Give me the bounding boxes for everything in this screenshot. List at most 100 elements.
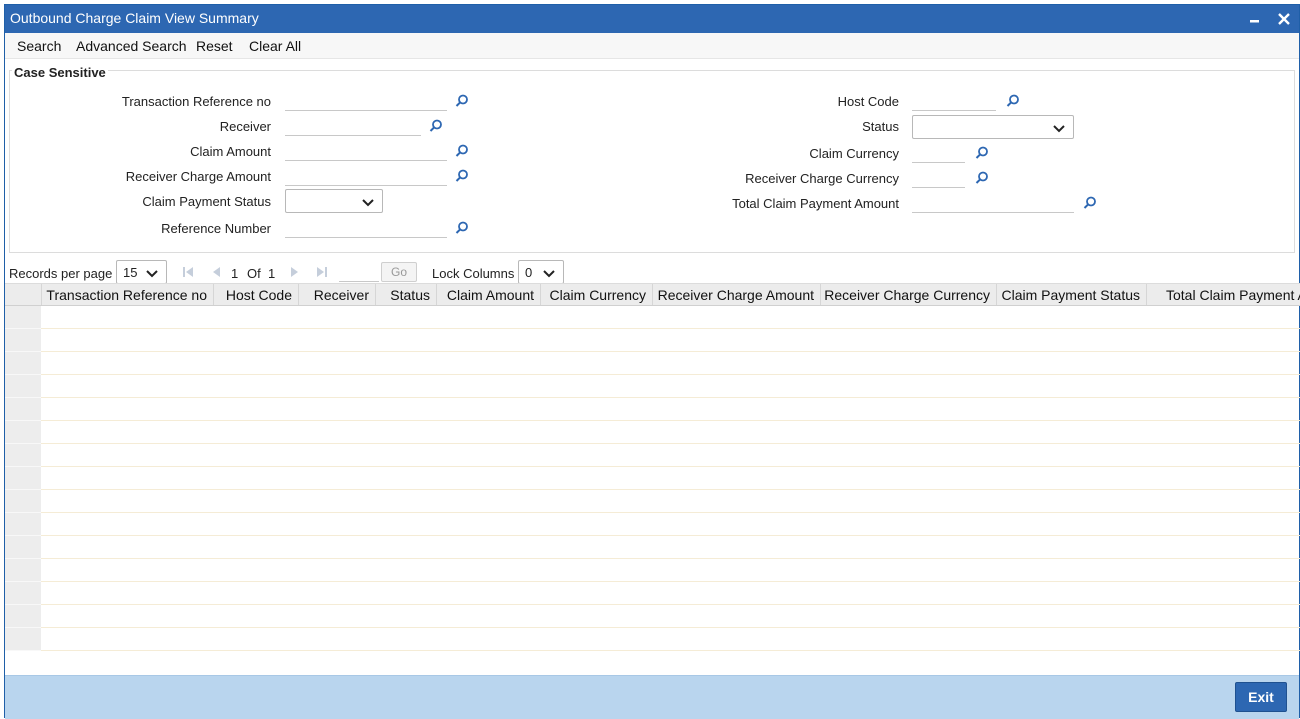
row-selector[interactable] — [5, 628, 41, 651]
first-page-icon[interactable] — [182, 266, 194, 278]
records-per-page-value: 15 — [123, 265, 138, 280]
transaction-reference-input[interactable] — [285, 89, 447, 111]
table-row[interactable] — [41, 444, 1300, 467]
table-row[interactable] — [41, 398, 1300, 421]
claim-payment-status-label: Claim Payment Status — [142, 194, 271, 209]
table-row[interactable] — [41, 490, 1300, 513]
claim-amount-label: Claim Amount — [190, 144, 271, 159]
go-button[interactable]: Go — [381, 262, 417, 282]
reference-number-search-icon[interactable] — [455, 221, 469, 235]
receiver-charge-currency-search-icon[interactable] — [975, 171, 989, 185]
pagination-bar: Records per page 15 1 Of 1 Go Lock Colum… — [5, 257, 1299, 285]
previous-page-icon[interactable] — [210, 266, 222, 278]
chevron-down-icon — [146, 267, 158, 282]
title-bar: Outbound Charge Claim View Summary — [5, 5, 1299, 33]
claim-amount-input[interactable] — [285, 139, 447, 161]
row-selector[interactable] — [5, 467, 41, 490]
of-label: Of — [247, 266, 261, 281]
next-page-icon[interactable] — [289, 266, 301, 278]
status-select[interactable] — [912, 115, 1074, 139]
row-selector[interactable] — [5, 352, 41, 375]
row-selector[interactable] — [5, 513, 41, 536]
receiver-charge-currency-label: Receiver Charge Currency — [745, 171, 899, 186]
total-claim-payment-amount-search-icon[interactable] — [1083, 196, 1097, 210]
column-receiver-charge-currency[interactable]: Receiver Charge Currency — [820, 284, 996, 305]
total-claim-payment-amount-input[interactable] — [912, 191, 1074, 213]
claim-amount-search-icon[interactable] — [455, 144, 469, 158]
table-row[interactable] — [41, 582, 1300, 605]
row-selector[interactable] — [5, 398, 41, 421]
row-selector[interactable] — [5, 421, 41, 444]
search-button[interactable]: Search — [17, 38, 61, 54]
window-title: Outbound Charge Claim View Summary — [10, 10, 259, 26]
reference-number-input[interactable] — [285, 216, 447, 238]
host-code-input[interactable] — [912, 89, 996, 111]
close-icon[interactable] — [1275, 9, 1295, 29]
row-selector[interactable] — [5, 605, 41, 628]
receiver-charge-amount-search-icon[interactable] — [455, 169, 469, 183]
status-label: Status — [862, 119, 899, 134]
table-row[interactable] — [41, 306, 1300, 329]
footer-bar: Exit — [5, 675, 1299, 719]
row-selector[interactable] — [5, 306, 41, 329]
receiver-search-icon[interactable] — [429, 119, 443, 133]
transaction-reference-search-icon[interactable] — [455, 94, 469, 108]
exit-button[interactable]: Exit — [1235, 682, 1287, 712]
receiver-label: Receiver — [219, 119, 271, 134]
column-receiver-charge-amount[interactable]: Receiver Charge Amount — [652, 284, 820, 305]
transaction-reference-label: Transaction Reference no — [121, 94, 271, 109]
host-code-label: Host Code — [837, 94, 899, 109]
minimize-icon[interactable] — [1245, 9, 1265, 29]
row-selector[interactable] — [5, 582, 41, 605]
host-code-search-icon[interactable] — [1006, 94, 1020, 108]
table-row[interactable] — [41, 352, 1300, 375]
receiver-charge-currency-input[interactable] — [912, 166, 965, 188]
receiver-charge-amount-label: Receiver Charge Amount — [125, 169, 271, 184]
row-selector[interactable] — [5, 490, 41, 513]
table-row[interactable] — [41, 605, 1300, 628]
last-page-icon[interactable] — [316, 266, 328, 278]
table-row[interactable] — [41, 628, 1300, 651]
app-window: Outbound Charge Claim View Summary Searc… — [4, 4, 1300, 719]
records-per-page-select[interactable]: 15 — [116, 260, 167, 284]
column-host-code[interactable]: Host Code — [213, 284, 298, 305]
records-per-page-label: Records per page — [9, 266, 113, 281]
row-selector[interactable] — [5, 444, 41, 467]
select-all-column[interactable] — [5, 284, 41, 305]
table-row[interactable] — [41, 467, 1300, 490]
receiver-input[interactable] — [285, 114, 421, 136]
column-transaction-reference-no[interactable]: Transaction Reference no — [41, 284, 213, 305]
row-gutter — [5, 306, 41, 651]
claim-currency-search-icon[interactable] — [975, 146, 989, 160]
column-claim-amount[interactable]: Claim Amount — [436, 284, 540, 305]
table-row[interactable] — [41, 536, 1300, 559]
column-status[interactable]: Status — [375, 284, 436, 305]
chevron-down-icon — [543, 267, 555, 282]
table-row[interactable] — [41, 513, 1300, 536]
reset-button[interactable]: Reset — [196, 38, 233, 54]
column-claim-currency[interactable]: Claim Currency — [540, 284, 652, 305]
row-selector[interactable] — [5, 536, 41, 559]
go-to-page-input[interactable] — [339, 262, 379, 282]
row-selector[interactable] — [5, 329, 41, 352]
table-row[interactable] — [41, 421, 1300, 444]
clear-all-button[interactable]: Clear All — [249, 38, 301, 54]
table-row[interactable] — [41, 329, 1300, 352]
lock-columns-select[interactable]: 0 — [518, 260, 564, 284]
column-receiver[interactable]: Receiver — [298, 284, 375, 305]
column-total-claim-payment-amount[interactable]: Total Claim Payment Amount — [1146, 284, 1300, 305]
receiver-charge-amount-input[interactable] — [285, 164, 447, 186]
advanced-search-button[interactable]: Advanced Search — [76, 38, 187, 54]
reference-number-label: Reference Number — [161, 221, 271, 236]
claim-currency-label: Claim Currency — [809, 146, 899, 161]
row-selector[interactable] — [5, 559, 41, 582]
table-row[interactable] — [41, 375, 1300, 398]
lock-columns-value: 0 — [525, 265, 533, 280]
row-selector[interactable] — [5, 375, 41, 398]
current-page: 1 — [231, 266, 239, 281]
table-row[interactable] — [41, 559, 1300, 582]
claim-currency-input[interactable] — [912, 141, 965, 163]
toolbar: Search Advanced Search Reset Clear All — [5, 33, 1299, 59]
claim-payment-status-select[interactable] — [285, 189, 383, 213]
column-claim-payment-status[interactable]: Claim Payment Status — [996, 284, 1146, 305]
